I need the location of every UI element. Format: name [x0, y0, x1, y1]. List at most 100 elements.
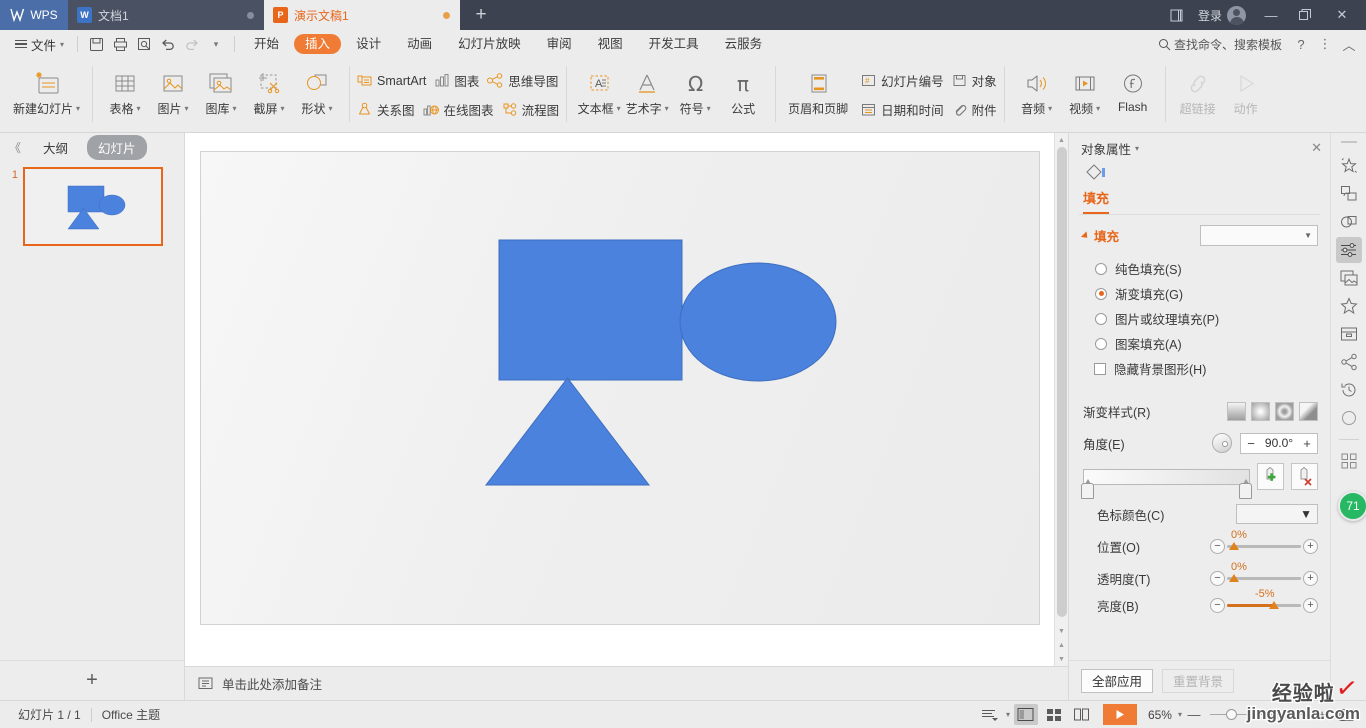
angle-dial[interactable] [1212, 433, 1232, 453]
archive-box-icon[interactable] [1336, 321, 1362, 347]
fill-option-gradient[interactable]: 渐变填充(G) [1083, 281, 1318, 306]
zoom-dropdown-icon[interactable]: ▾ [1178, 710, 1182, 719]
close-button[interactable]: ✕ [1322, 0, 1362, 30]
tab-fill[interactable]: 填充 [1083, 163, 1110, 214]
next-slide-arrow-icon[interactable]: ▼ [1055, 652, 1069, 666]
fit-to-window-icon[interactable] [1334, 704, 1358, 725]
zoom-level-label[interactable]: 65% [1146, 708, 1174, 722]
transparency-decrement-button[interactable]: − [1210, 570, 1225, 586]
customize-toolbar-icon[interactable]: ▾ [204, 33, 228, 55]
fill-option-pattern[interactable]: 图案填充(A) [1083, 331, 1318, 356]
ribbon-tab-slideshow[interactable]: 幻灯片放映 [447, 34, 532, 54]
previous-slide-arrow-icon[interactable]: ▲ [1055, 638, 1069, 652]
combine-shapes-icon[interactable] [1336, 209, 1362, 235]
favorites-star-icon[interactable] [1336, 293, 1362, 319]
gradient-stop-start[interactable] [1081, 478, 1094, 499]
fill-preset-dropdown[interactable]: ▼ [1200, 225, 1318, 246]
insert-flash-button[interactable]: Flash [1109, 58, 1157, 132]
minimize-button[interactable]: — [1254, 0, 1288, 30]
notes-bar[interactable]: 单击此处添加备注 [185, 666, 1068, 700]
hide-background-row[interactable]: 隐藏背景图形(H) [1083, 356, 1318, 381]
ribbon-tab-animation[interactable]: 动画 [396, 34, 443, 54]
view-dropdown-icon[interactable]: ▾ [1006, 710, 1010, 719]
date-time-button[interactable]: 日期和时间 [857, 95, 948, 124]
insert-audio-button[interactable]: 音频 ▾ [1013, 58, 1061, 132]
share-icon[interactable] [1336, 349, 1362, 375]
insert-video-button[interactable]: 视频 ▾ [1061, 58, 1109, 132]
document-tab-1[interactable]: W 文档1 [68, 0, 264, 30]
insert-flowchart-button[interactable]: 流程图 [498, 95, 564, 124]
position-slider-knob[interactable] [1229, 542, 1239, 550]
insert-smartart-button[interactable]: SmartArt [353, 66, 430, 95]
notification-badge[interactable]: 71 [1338, 491, 1366, 521]
ribbon-tab-start[interactable]: 开始 [243, 34, 290, 54]
insert-mindmap-button[interactable]: 思维导图 [483, 66, 562, 95]
zoom-slider[interactable] [1210, 707, 1306, 723]
position-decrement-button[interactable]: − [1210, 538, 1225, 554]
outline-view-icon[interactable] [978, 704, 1002, 725]
position-increment-button[interactable]: + [1303, 538, 1318, 554]
angle-spinner[interactable]: − 90.0° + [1240, 432, 1318, 454]
scrollbar-track[interactable] [1055, 147, 1069, 624]
ribbon-tab-view[interactable]: 视图 [587, 34, 634, 54]
document-tab-2[interactable]: P 演示文稿1 [264, 0, 460, 30]
checkbox-hide-background[interactable] [1094, 362, 1106, 375]
wps-logo[interactable]: WPS [0, 0, 68, 30]
ribbon-tab-review[interactable]: 审阅 [536, 34, 583, 54]
effects-icon[interactable] [1336, 153, 1362, 179]
stop-color-dropdown[interactable]: ▼ [1236, 504, 1318, 524]
remove-gradient-stop-button[interactable] [1291, 463, 1318, 490]
insert-wordart-button[interactable]: 艺术字 ▾ [623, 58, 671, 132]
search-box[interactable]: 查找命令、搜索模板 [1158, 36, 1288, 53]
attachment-button[interactable]: 附件 [948, 95, 1001, 124]
history-icon[interactable] [1336, 377, 1362, 403]
slide-sorter-icon[interactable] [1042, 704, 1066, 725]
save-icon[interactable] [84, 33, 108, 55]
help-circle-icon[interactable] [1336, 405, 1362, 431]
radio-solid[interactable] [1095, 262, 1107, 275]
picture-frame-icon[interactable] [1336, 265, 1362, 291]
gradient-stop-end[interactable] [1239, 478, 1252, 499]
panel-close-button[interactable]: ✕ [1311, 140, 1322, 156]
scroll-down-arrow-icon[interactable]: ▼ [1055, 624, 1069, 638]
redo-icon[interactable] [180, 33, 204, 55]
transparency-slider-knob[interactable] [1229, 574, 1239, 582]
transparency-slider[interactable]: 0% [1227, 561, 1301, 587]
brightness-decrement-button[interactable]: − [1210, 597, 1225, 613]
gradient-style-rectangular-button[interactable] [1275, 401, 1294, 421]
gradient-style-radial-button[interactable] [1251, 401, 1270, 421]
zoom-slider-knob[interactable] [1226, 709, 1237, 720]
collapse-ribbon-button[interactable]: ︿ [1338, 33, 1360, 55]
transparency-increment-button[interactable]: + [1303, 570, 1318, 586]
ribbon-tab-cloud[interactable]: 云服务 [714, 34, 774, 54]
insert-textbox-button[interactable]: A 文本框 ▾ [575, 58, 623, 132]
slide-thumbnail-1[interactable] [23, 167, 163, 246]
insert-action-button[interactable]: 动作 [1222, 58, 1270, 132]
properties-sliders-icon[interactable] [1335, 237, 1362, 263]
login-button[interactable]: 登录 [1194, 5, 1254, 25]
start-slideshow-button[interactable] [1102, 704, 1137, 725]
slide-number-button[interactable]: # 幻灯片编号 [857, 66, 948, 95]
tab-slides[interactable]: 幻灯片 [87, 134, 147, 160]
ribbon-tab-design[interactable]: 设计 [345, 34, 392, 54]
insert-hyperlink-button[interactable]: 超链接 [1174, 58, 1222, 132]
collapse-pane-icon[interactable]: 《 [6, 139, 24, 156]
radio-gradient[interactable] [1095, 287, 1107, 300]
print-preview-icon[interactable] [132, 33, 156, 55]
brightness-increment-button[interactable]: + [1303, 597, 1318, 613]
zoom-in-button[interactable]: + [1314, 707, 1330, 722]
header-footer-button[interactable]: 页眉和页脚 [784, 58, 852, 132]
panel-title-wrap[interactable]: 对象属性 ▾ [1081, 139, 1139, 158]
help-button[interactable]: ? [1290, 33, 1312, 55]
insert-formula-button[interactable]: π 公式 [719, 58, 767, 132]
insert-relation-button[interactable]: 关系图 [353, 95, 419, 124]
canvas-vertical-scrollbar[interactable]: ▲ ▼ ▲ ▼ [1054, 133, 1068, 666]
file-menu-button[interactable]: 文件 ▾ [8, 33, 71, 55]
gradient-style-path-button[interactable] [1299, 401, 1318, 421]
fill-option-picture[interactable]: 图片或纹理填充(P) [1083, 306, 1318, 331]
apply-all-button[interactable]: 全部应用 [1081, 668, 1154, 693]
more-options-button[interactable]: ⋮ [1314, 33, 1336, 55]
print-icon[interactable] [108, 33, 132, 55]
angle-value[interactable]: 90.0° [1261, 436, 1297, 450]
rail-handle[interactable] [1340, 141, 1357, 143]
